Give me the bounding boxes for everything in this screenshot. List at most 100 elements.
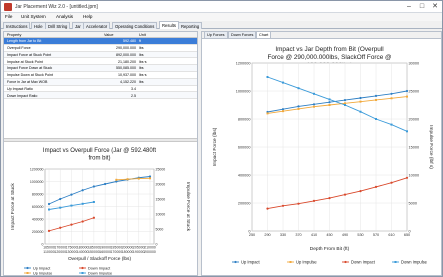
y2-tick-label: 10000 — [156, 212, 166, 216]
y-tick-label: 600000 — [32, 205, 44, 209]
window-title: Jar Placement Wiz 2.0 - [untitled.jpm] — [15, 4, 98, 10]
tab-hole[interactable]: Hole — [31, 22, 46, 29]
column-property[interactable]: Property — [7, 33, 21, 37]
data-point — [406, 130, 408, 133]
tab-instructions[interactable]: Instructions — [3, 22, 31, 29]
x2-tick-label: 180000 — [122, 250, 134, 254]
tab-drill-string[interactable]: Drill String — [45, 22, 71, 29]
legend-marker — [234, 260, 237, 264]
table-row[interactable]: Impact Force at Stuck Point 892,000.000 lb… — [4, 51, 197, 59]
data-point — [328, 197, 331, 200]
data-point — [126, 178, 129, 181]
table-row[interactable]: Impulse at Stuck Point 21,180.200 lbs·s — [4, 58, 197, 66]
table-row[interactable]: Impulse Down at Stuck Point 10,937.000 lbs… — [4, 72, 197, 79]
property-cell: Force in Jar at Max WOB — [7, 79, 48, 84]
y-tick-label: 800000 — [238, 117, 251, 121]
unit-cell: ft — [139, 39, 141, 44]
data-point — [92, 216, 95, 219]
y-tick-label: 200000 — [238, 201, 251, 205]
value-cell: 10,937.000 — [118, 73, 136, 78]
data-point — [266, 112, 269, 115]
data-point — [344, 104, 346, 106]
y-tick-label: 1200000 — [30, 167, 44, 171]
tab-reporting[interactable]: Reporting — [178, 22, 203, 29]
x-tick-label: 490 — [342, 233, 348, 237]
data-point — [405, 89, 409, 93]
legend-marker — [344, 260, 347, 264]
data-point — [312, 103, 316, 106]
legend-marker — [81, 272, 84, 274]
tab-chart[interactable]: Chart — [256, 32, 272, 39]
table-row[interactable]: Force in Jar at Max WOB 4,152.220 lbs — [4, 78, 197, 86]
data-point — [328, 101, 331, 104]
data-point — [70, 223, 73, 226]
table-row[interactable]: Down Impact Ratio 2.5 — [4, 92, 197, 100]
table-row[interactable]: Impact Force Down at Stuck 550,085.000 lbs — [4, 65, 197, 72]
y-tick-label: 1000000 — [236, 89, 251, 93]
menu-file[interactable]: File — [5, 14, 12, 19]
overpull-chart: Impact vs Overpull Force (Jar @ 592.480f… — [10, 148, 191, 275]
data-point — [297, 202, 300, 205]
results-grid: Length from Jar to Bit 592.480 ft Overpull… — [4, 38, 197, 138]
data-point — [47, 202, 51, 206]
table-row[interactable]: Up Impact Ratio 3.4 — [4, 86, 197, 93]
data-point — [374, 185, 378, 188]
tab-operating-conditions[interactable]: Operating Conditions — [112, 22, 158, 29]
data-point — [374, 94, 378, 97]
data-point — [406, 95, 408, 98]
data-point — [92, 201, 95, 203]
unit-cell: lbs·s — [139, 59, 147, 64]
property-cell: Impact Force Down at Stuck — [7, 66, 53, 71]
menu-bar: File Unit System Analysis Help — [1, 13, 442, 21]
tab-results[interactable]: Results — [159, 21, 179, 29]
chart-title-line: Impact vs Overpull Force (Jar @ 592.480f… — [43, 148, 156, 154]
maximize-button[interactable]: □ — [416, 2, 428, 12]
menu-analysis[interactable]: Analysis — [56, 14, 73, 19]
title-bar[interactable]: Jar Placement Wiz 2.0 - [untitled.jpm] –… — [1, 1, 442, 13]
legend-label: Down Impulse — [88, 271, 112, 275]
x2-tick-label: 120000 — [54, 250, 66, 254]
data-point — [390, 92, 393, 95]
table-row[interactable]: Overpull Force 290,000.000 lbs — [4, 45, 197, 52]
data-point — [375, 98, 377, 101]
data-point — [281, 204, 285, 207]
data-point — [405, 176, 409, 179]
data-point — [359, 110, 362, 113]
depth-chart: Impact vs Jar Depth from Bit (OverpullFo… — [212, 46, 434, 264]
data-point — [282, 81, 284, 84]
tab-up-forces[interactable]: Up Forces — [204, 32, 228, 39]
close-button[interactable]: ✕ — [429, 2, 441, 12]
data-point — [81, 220, 84, 223]
x2-tick-label: 190000 — [133, 250, 145, 254]
data-point — [313, 105, 315, 108]
column-value[interactable]: Value — [104, 33, 113, 37]
menu-unit-system[interactable]: Unit System — [21, 14, 46, 19]
table-row[interactable]: Length from Jar to Bit 592.480 ft — [4, 38, 197, 45]
y-tick-label: 400000 — [32, 217, 44, 221]
x-tick-label: 330 — [280, 233, 286, 237]
chart-tabs: Up Forces Down Forces Chart — [202, 32, 441, 39]
menu-help[interactable]: Help — [83, 14, 92, 19]
y2-tick-label: 5000 — [409, 201, 417, 205]
property-cell: Impulse Down at Stuck Point — [7, 73, 53, 78]
column-unit[interactable]: Unit — [139, 33, 146, 37]
unit-cell: lbs — [139, 45, 144, 50]
data-point — [390, 123, 393, 126]
data-point — [282, 110, 284, 113]
y-tick-label: 200000 — [32, 230, 44, 234]
chart-title-line: from bit) — [88, 156, 110, 162]
tab-accelerator[interactable]: Accelerator — [83, 22, 111, 29]
tab-down-forces[interactable]: Down Forces — [228, 32, 257, 39]
legend-label: Down Impact — [351, 259, 376, 264]
data-point — [390, 97, 393, 100]
y-tick-label: 1200000 — [236, 61, 251, 65]
data-point — [343, 193, 347, 196]
value-cell: 21,180.200 — [118, 59, 136, 64]
value-cell: 4,152.220 — [120, 79, 136, 84]
x2-tick-label: 140000 — [77, 250, 89, 254]
data-point — [281, 108, 285, 111]
data-point — [266, 207, 269, 210]
minimize-button[interactable]: – — [403, 2, 415, 12]
y2-tick-label: 5000 — [156, 227, 164, 231]
x2-tick-label: 170000 — [110, 250, 122, 254]
